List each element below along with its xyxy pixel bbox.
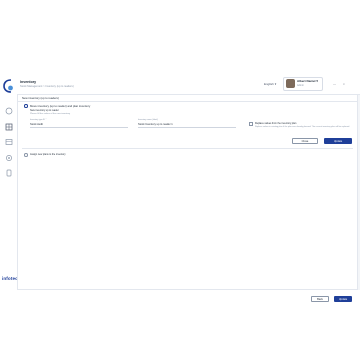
option-sub-label: New inventory up to reader: [30, 109, 59, 112]
close-button[interactable]: ×: [343, 82, 345, 86]
user-name: Albert Daniel ▾: [297, 79, 318, 83]
back-button[interactable]: Back: [311, 296, 329, 302]
user-menu[interactable]: Albert Daniel ▾ Admin: [283, 77, 323, 91]
sidebar: infotec: [0, 68, 18, 290]
breadcrumb[interactable]: Stock Management > Inventory (up to read…: [20, 85, 74, 88]
brand-logo: infotec: [2, 276, 18, 281]
reports-icon[interactable]: [4, 168, 13, 177]
settings-icon[interactable]: [4, 153, 13, 162]
replace-values-checkbox[interactable]: [249, 122, 253, 126]
update-button[interactable]: Update: [334, 296, 352, 302]
topbar: Inventory Stock Management > Inventory (…: [17, 68, 360, 95]
replace-values-label: Replace values from the inventory plan: [255, 122, 297, 125]
field-underline: [30, 127, 128, 128]
inventory-name-field[interactable]: Stock Inventory up to reader 1: [138, 123, 173, 126]
language-select[interactable]: English ▾: [264, 82, 276, 86]
option-assign-plans-radio[interactable]: [24, 153, 28, 157]
list-icon[interactable]: [4, 137, 13, 146]
chevron-down-icon: ▾: [274, 82, 277, 86]
inventory-name-label: Inventory name (label): [138, 119, 158, 121]
chevron-down-icon: ▾: [316, 79, 318, 83]
main-content: New inventory (up to readers) Move inven…: [17, 94, 358, 302]
option-move-inventory-radio[interactable]: [24, 104, 28, 108]
language-label: English: [264, 82, 274, 86]
minimize-button[interactable]: —: [333, 82, 336, 86]
divider: [22, 148, 353, 149]
section-title: New inventory (up to readers): [22, 96, 59, 100]
replace-values-hint: Replace values in existing plan if the p…: [255, 126, 350, 128]
app-window: infotec Inventory Stock Management > Inv…: [0, 68, 360, 302]
home-icon[interactable]: [4, 106, 13, 115]
option-hint: Please fill the values of the new invent…: [30, 113, 71, 115]
update-inner-button[interactable]: Update: [324, 138, 352, 144]
inventory-type-label: Inventory type ID *: [30, 119, 47, 121]
user-role: Admin: [297, 84, 304, 87]
avatar: [286, 79, 295, 88]
field-underline: [138, 127, 236, 128]
close-inner-button[interactable]: Close: [292, 138, 318, 144]
option-move-inventory-label: Move inventory (up to reader) and plan i…: [30, 104, 91, 108]
divider: [18, 101, 357, 102]
page-title: Inventory: [20, 80, 37, 84]
inventory-icon[interactable]: [4, 122, 13, 131]
option-assign-plans-label: Assign new plans to the inventory: [30, 153, 66, 156]
inventory-type-field[interactable]: Stock Audit: [30, 123, 43, 126]
app-logo-icon: [3, 79, 15, 93]
